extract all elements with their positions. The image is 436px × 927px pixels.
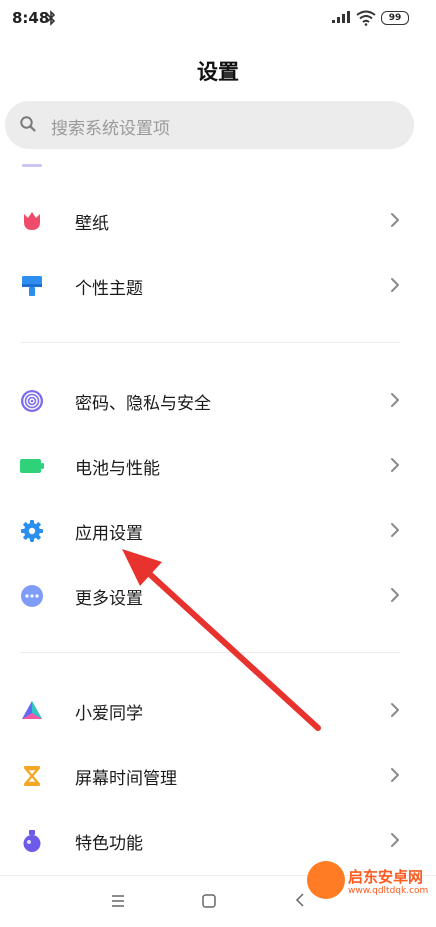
gear-icon [21, 520, 43, 542]
search-input[interactable]: 搜索系统设置项 [5, 101, 414, 149]
group-divider [20, 342, 400, 343]
settings-item-label: 电池与性能 [75, 459, 160, 479]
settings-item-app-settings[interactable]: 应用设置 [0, 500, 436, 560]
settings-item-xiaoai[interactable]: 小爱同学 [0, 680, 436, 740]
chevron-right-icon [391, 393, 399, 407]
chevron-right-icon [391, 523, 399, 537]
flask-icon [23, 830, 41, 852]
tulip-icon [24, 212, 40, 230]
scrolled-item-edge [22, 164, 42, 167]
chevron-right-icon [391, 833, 399, 847]
menu-icon[interactable] [111, 895, 125, 907]
search-icon [20, 116, 36, 132]
brush-icon [22, 276, 42, 296]
status-time: 8:48 [12, 9, 50, 27]
settings-item-wallpaper[interactable]: 壁纸 [0, 190, 436, 250]
status-bar: 8:48 99 [0, 0, 436, 36]
hourglass-icon [24, 766, 40, 786]
settings-item-password-privacy-security[interactable]: 密码、隐私与安全 [0, 370, 436, 430]
back-icon[interactable] [295, 893, 305, 907]
search-placeholder: 搜索系统设置项 [51, 119, 170, 139]
chevron-right-icon [391, 703, 399, 717]
signal-icon [332, 11, 350, 23]
settings-item-label: 小爱同学 [75, 704, 143, 724]
watermark-url: www.qdltdqk.com [348, 886, 429, 896]
chevron-right-icon [391, 458, 399, 472]
battery-indicator: 99 [381, 11, 409, 25]
settings-item-label: 个性主题 [75, 279, 143, 299]
settings-item-special-features[interactable]: 特色功能 [0, 810, 436, 870]
settings-item-label: 应用设置 [75, 524, 143, 544]
chevron-right-icon [391, 588, 399, 602]
more-icon [21, 585, 43, 607]
settings-item-battery-performance[interactable]: 电池与性能 [0, 435, 436, 495]
fingerprint-icon [21, 390, 43, 412]
settings-item-label: 更多设置 [75, 589, 143, 609]
home-icon[interactable] [202, 894, 216, 908]
watermark-title: 启东安卓网 [348, 868, 424, 886]
page-title: 设置 [197, 60, 239, 84]
settings-item-label: 屏幕时间管理 [75, 769, 177, 789]
settings-item-screen-time[interactable]: 屏幕时间管理 [0, 745, 436, 805]
chevron-right-icon [391, 213, 399, 227]
settings-item-themes[interactable]: 个性主题 [0, 255, 436, 315]
settings-item-label: 特色功能 [75, 834, 143, 854]
xiaoai-icon [22, 701, 42, 719]
settings-item-label: 密码、隐私与安全 [75, 394, 211, 414]
watermark-logo [307, 861, 345, 899]
settings-item-more-settings[interactable]: 更多设置 [0, 565, 436, 625]
settings-item-label: 壁纸 [75, 214, 109, 234]
group-divider [20, 652, 400, 653]
chevron-right-icon [391, 278, 399, 292]
battery-icon [20, 459, 44, 473]
wifi-icon [356, 10, 376, 26]
chevron-right-icon [391, 768, 399, 782]
bluetooth-icon [46, 10, 56, 26]
